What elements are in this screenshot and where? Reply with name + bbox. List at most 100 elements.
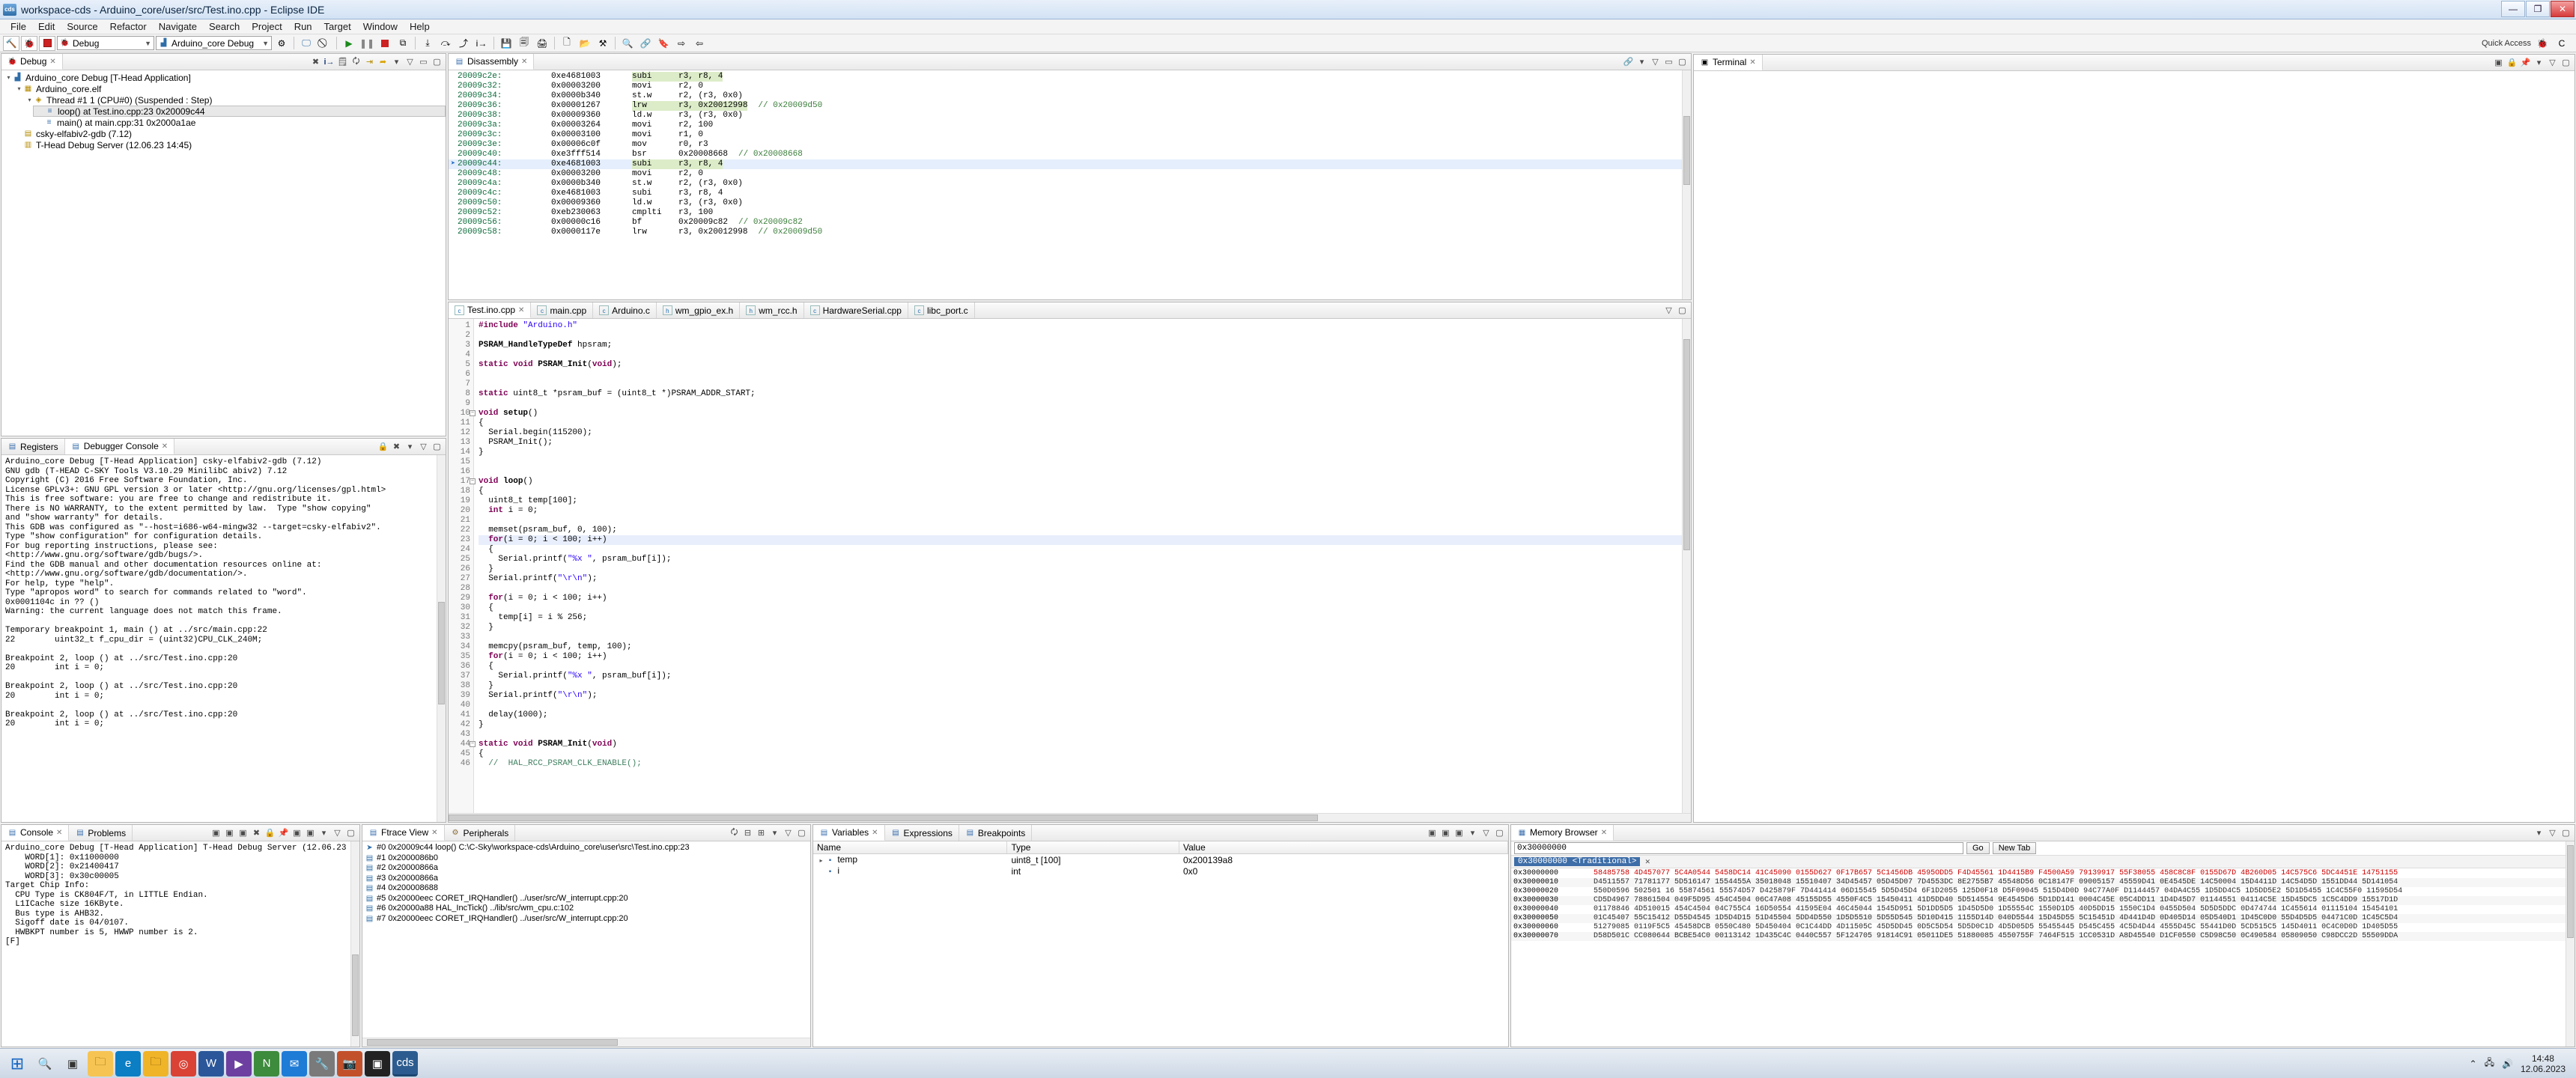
code-line[interactable] [479, 380, 1691, 389]
maximize-icon[interactable]: ▢ [1677, 56, 1688, 67]
taskview-icon[interactable]: ▣ [60, 1051, 85, 1077]
terminal-body[interactable] [1694, 71, 2575, 822]
code-line[interactable]: static void PSRAM_Init(void); [479, 360, 1691, 370]
collapse-icon[interactable]: ⊟ [742, 827, 753, 838]
code-line[interactable]: } [479, 623, 1691, 633]
close-icon[interactable]: ✕ [431, 829, 437, 837]
minimize-button[interactable]: — [2501, 1, 2525, 17]
code-line[interactable]: for(i = 0; i < 100; i++) [479, 652, 1691, 662]
table-row[interactable]: ▪ i int 0x0 [813, 865, 1508, 877]
memory-go-button[interactable]: Go [1966, 842, 1990, 854]
code-line[interactable]: Serial.printf("%x ", psram_buf[i]); [479, 555, 1691, 564]
disassembly-line[interactable]: 20009c36: 0x00001267 lrw r3, 0x20012998// 0… [449, 101, 1691, 111]
ftrace-row[interactable]: ▤ #3 0x20000866a [365, 874, 808, 884]
close-button[interactable]: ✕ [2551, 1, 2575, 17]
pin-icon[interactable]: 📌 [278, 827, 289, 838]
memory-row-bytes[interactable]: 01178846 4D510015 454C4504 04C755C4 16D5… [1594, 905, 2398, 914]
maximize-button[interactable]: ❐ [2526, 1, 2550, 17]
code-line[interactable] [479, 584, 1691, 594]
menu-arrow-icon[interactable]: ▾ [1467, 827, 1478, 838]
menu-file[interactable]: File [4, 20, 32, 33]
twisty-icon[interactable]: ▸ [817, 857, 825, 864]
memory-row[interactable]: 0x30000040 01178846 4D510015 454C4504 04C… [1511, 905, 2575, 914]
disassembly-line[interactable]: 20009c58: 0x0000117e lrw r3, 0x20012998// 0… [449, 228, 1691, 237]
maximize-icon[interactable]: ▢ [2560, 57, 2572, 68]
launch-config-combo[interactable]: ▟ Arduino_core Debug ▼ [156, 36, 272, 50]
maximize-icon[interactable]: ▢ [431, 441, 443, 452]
code-line[interactable]: { [479, 545, 1691, 555]
menu-arrow-icon[interactable]: ▾ [391, 56, 402, 67]
link-icon[interactable]: 🔗 [637, 36, 654, 51]
tab-peripherals[interactable]: ⚙ Peripherals [445, 825, 516, 841]
menu-source[interactable]: Source [61, 20, 103, 33]
bookmark-icon[interactable]: 🔖 [655, 36, 672, 51]
tab-memory-browser[interactable]: ▦ Memory Browser ✕ [1511, 825, 1614, 841]
print-icon[interactable]: 🖨 [534, 36, 550, 51]
memory-row-bytes[interactable]: 550D0596 502501 16 55874561 55574D57 D42… [1594, 887, 2402, 896]
memory-row[interactable]: 0x30000030 CD5D4967 78861504 049F5D95 454… [1511, 896, 2575, 905]
tab-debug[interactable]: 🐞 Debug ✕ [1, 54, 63, 70]
code-line[interactable]: for(i = 0; i < 100; i++) [479, 594, 1691, 603]
memory-new-tab-button[interactable]: New Tab [1992, 842, 2037, 854]
display-selected-icon[interactable]: ▣ [291, 827, 303, 838]
chrome-icon[interactable]: ◎ [171, 1050, 196, 1077]
code-line[interactable] [479, 633, 1691, 642]
code-line[interactable]: Serial.printf("%x ", psram_buf[i]); [479, 672, 1691, 681]
code-line[interactable]: PSRAM_HandleTypeDef hpsram; [479, 341, 1691, 350]
remove-icon[interactable]: ▣ [224, 827, 235, 838]
code-line[interactable]: memcpy(psram_buf, temp, 100); [479, 642, 1691, 652]
save-icon[interactable]: 💾 [498, 36, 514, 51]
maximize-icon[interactable]: ▢ [431, 56, 443, 67]
disassembly-line[interactable]: 20009c3c: 0x00003100 movi r1, 0 [449, 130, 1691, 140]
menu-window[interactable]: Window [357, 20, 404, 33]
code-line[interactable]: delay(1000); [479, 710, 1691, 720]
memory-row[interactable]: 0x30000020 550D0596 502501 16 55874561 55… [1511, 887, 2575, 896]
ftrace-hscroll[interactable] [362, 1038, 810, 1047]
new-terminal-icon[interactable]: ▣ [2493, 57, 2504, 68]
memory-row[interactable]: 0x30000000 58485758 4D457077 5C4A0544 545… [1511, 869, 2575, 878]
code-line[interactable]: temp[i] = i % 256; [479, 613, 1691, 623]
pin-icon[interactable]: 📌 [2520, 57, 2531, 68]
debug-tree-item[interactable]: ▾ ◈ Thread #1 1 (CPU#0) (Suspended : Step) [22, 94, 446, 106]
back-icon[interactable]: ⇦ [691, 36, 708, 51]
source-editor[interactable]: 1 2 3 4 5 6 7 8 9 10−11 12 13 14 15 16 17−18 19 20 21 22 23 2… [449, 319, 1691, 822]
step-return-icon[interactable]: ⤴ [455, 36, 472, 51]
variables-column-header[interactable]: Value [1179, 841, 1508, 853]
tray-expand-icon[interactable]: ⌃ [2470, 1059, 2477, 1069]
scroll-lock-icon[interactable]: 🔒 [264, 827, 276, 838]
disassembly-vscroll[interactable] [1682, 70, 1691, 299]
memory-row[interactable]: 0x30000060 51279085 0119F5C5 45458DCB 055… [1511, 923, 2575, 932]
code-line[interactable]: Serial.begin(115200); [479, 428, 1691, 438]
open-console-icon[interactable]: ▣ [305, 827, 316, 838]
minimize-icon[interactable]: ▽ [783, 827, 794, 838]
code-line[interactable] [479, 457, 1691, 467]
terminate-icon[interactable] [377, 36, 393, 51]
minimize-icon[interactable]: ▽ [1650, 56, 1661, 67]
scroll-lock-icon[interactable]: 🔒 [377, 441, 389, 452]
show-type-icon[interactable]: ▣ [1440, 827, 1451, 838]
editor-tab-libc-port-c[interactable]: c libc_port.c [908, 302, 975, 318]
code-line[interactable] [479, 350, 1691, 360]
menu-arrow-icon[interactable]: ▾ [769, 827, 780, 838]
remove-all-icon[interactable]: ▣ [237, 827, 249, 838]
code-line[interactable] [479, 370, 1691, 380]
disassembly-line[interactable]: 20009c4a: 0x0000b340 st.w r2, (r3, 0x0) [449, 179, 1691, 189]
collapse-all-icon[interactable]: ▣ [1427, 827, 1438, 838]
show-logical-icon[interactable]: ▣ [1453, 827, 1465, 838]
menu-help[interactable]: Help [404, 20, 436, 33]
twisty-icon[interactable]: ▾ [4, 74, 13, 81]
code-line[interactable] [479, 701, 1691, 710]
code-line[interactable]: memset(psram_buf, 0, 100); [479, 526, 1691, 535]
minimize-icon[interactable]: ▽ [332, 827, 343, 838]
editor-code[interactable]: #include "Arduino.h" PSRAM_HandleTypeDef… [474, 319, 1691, 822]
menu-refactor[interactable]: Refactor [104, 20, 153, 33]
fold-toggle-icon[interactable]: − [470, 410, 476, 416]
disassembly-line[interactable]: 20009c40: 0xe3fff514 bsr 0x20008668// 0x200… [449, 150, 1691, 159]
close-icon[interactable]: ✕ [872, 829, 878, 837]
clock[interactable]: 14:48 12.06.2023 [2521, 1053, 2566, 1074]
debug-tree-item[interactable]: ≡ loop() at Test.ino.cpp:23 0x20009c44 [33, 106, 446, 117]
editor-tab-wm-rcc-h[interactable]: h wm_rcc.h [740, 302, 804, 318]
bug-icon[interactable]: 🐞 [21, 35, 37, 51]
editor-tab-hardwareserial-cpp[interactable]: c HardwareSerial.cpp [804, 302, 908, 318]
new-icon[interactable]: 🗋 [559, 36, 575, 51]
